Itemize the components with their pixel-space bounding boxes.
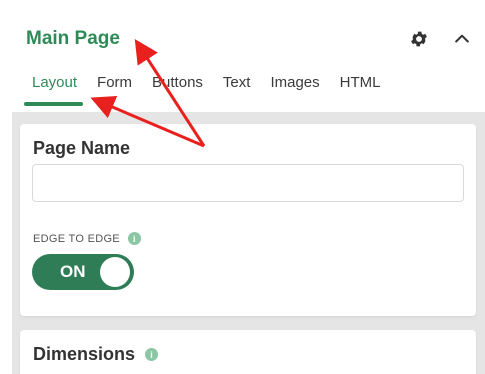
info-icon[interactable]: i <box>145 348 159 361</box>
page-title: Main Page <box>26 28 120 49</box>
page-name-card: Page Name EDGE TO EDGE i ON <box>20 124 476 316</box>
dimensions-heading: Dimensions i <box>33 344 159 365</box>
page-name-input[interactable] <box>32 164 464 202</box>
edge-to-edge-label: EDGE TO EDGE i <box>33 232 141 245</box>
tab-bar: Layout Form Buttons Text Images HTML <box>22 72 390 106</box>
tab-buttons[interactable]: Buttons <box>142 72 213 106</box>
gear-icon <box>411 31 427 47</box>
edge-to-edge-toggle[interactable]: ON <box>32 254 134 290</box>
toggle-label: ON <box>60 262 86 281</box>
toggle-knob <box>100 257 130 287</box>
tab-html[interactable]: HTML <box>330 72 391 106</box>
dimensions-title: Dimensions <box>33 344 136 364</box>
tab-text[interactable]: Text <box>213 72 261 106</box>
dimensions-card: Dimensions i <box>20 330 476 374</box>
edge-to-edge-text: EDGE TO EDGE <box>33 232 120 245</box>
tab-layout[interactable]: Layout <box>22 72 87 106</box>
page-header: Main Page Layout Form Buttons Text Image… <box>0 0 485 118</box>
chevron-up-icon <box>455 34 469 43</box>
settings-button[interactable] <box>406 26 432 52</box>
page-name-heading: Page Name <box>33 138 131 158</box>
collapse-button[interactable] <box>450 26 474 52</box>
tab-images[interactable]: Images <box>260 72 329 106</box>
info-icon[interactable]: i <box>127 232 141 245</box>
tab-form[interactable]: Form <box>87 72 142 106</box>
